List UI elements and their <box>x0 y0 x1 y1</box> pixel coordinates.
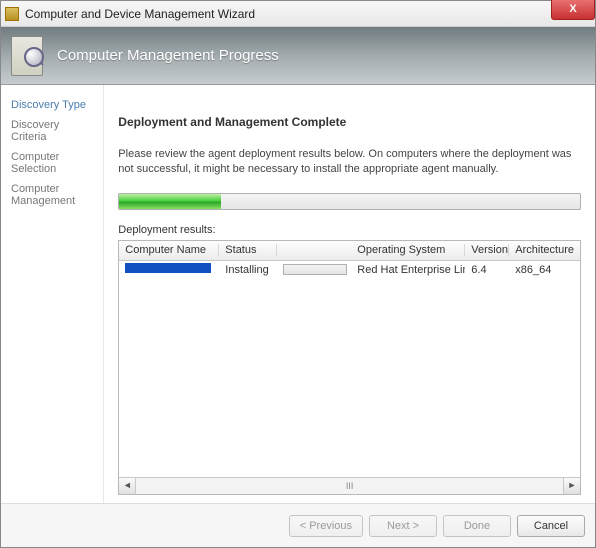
table-body: Installing Red Hat Enterprise Linux 6.4 … <box>119 261 580 477</box>
redacted-name <box>125 263 211 273</box>
row-progress-bar <box>283 264 347 275</box>
wizard-footer: < Previous Next > Done Cancel <box>1 503 595 547</box>
cell-os: Red Hat Enterprise Linux <box>351 264 465 276</box>
table-row[interactable]: Installing Red Hat Enterprise Linux 6.4 … <box>119 261 580 279</box>
sidebar-step-discovery-type[interactable]: Discovery Type <box>9 95 95 115</box>
scroll-track[interactable]: III <box>136 481 563 491</box>
cell-arch: x86_64 <box>509 264 580 276</box>
table-header: Computer Name Status Operating System Ve… <box>119 241 580 261</box>
window-title: Computer and Device Management Wizard <box>25 7 255 21</box>
app-icon <box>5 7 19 21</box>
scroll-left-icon[interactable]: ◄ <box>119 478 136 494</box>
horizontal-scrollbar[interactable]: ◄ III ► <box>119 477 580 494</box>
col-header-computer-name[interactable]: Computer Name <box>119 244 219 256</box>
main-panel: Deployment and Management Complete Pleas… <box>104 85 595 503</box>
col-header-status[interactable]: Status <box>219 244 277 256</box>
sidebar-step-computer-management[interactable]: Computer Management <box>9 179 95 211</box>
results-label: Deployment results: <box>118 224 581 236</box>
title-bar: Computer and Device Management Wizard X <box>1 1 595 27</box>
banner-title: Computer Management Progress <box>57 47 279 64</box>
cell-version: 6.4 <box>465 264 509 276</box>
previous-button[interactable]: < Previous <box>289 515 363 537</box>
overall-progress-bar <box>118 193 581 210</box>
cell-computer-name <box>119 263 219 276</box>
cell-progress <box>277 264 351 276</box>
results-table: Computer Name Status Operating System Ve… <box>118 240 581 495</box>
col-header-version[interactable]: Version <box>465 244 509 256</box>
body-area: Discovery Type Discovery Criteria Comput… <box>1 85 595 503</box>
page-description: Please review the agent deployment resul… <box>118 147 581 177</box>
close-button[interactable]: X <box>551 0 595 20</box>
cell-status: Installing <box>219 264 277 276</box>
overall-progress-fill <box>119 194 220 209</box>
scroll-right-icon[interactable]: ► <box>563 478 580 494</box>
page-title: Deployment and Management Complete <box>118 115 581 129</box>
col-header-os[interactable]: Operating System <box>351 244 465 256</box>
next-button[interactable]: Next > <box>369 515 437 537</box>
magnifier-icon <box>11 36 43 76</box>
sidebar-step-discovery-criteria[interactable]: Discovery Criteria <box>9 115 95 147</box>
col-header-architecture[interactable]: Architecture <box>509 244 580 256</box>
sidebar-step-computer-selection[interactable]: Computer Selection <box>9 147 95 179</box>
cancel-button[interactable]: Cancel <box>517 515 585 537</box>
wizard-sidebar: Discovery Type Discovery Criteria Comput… <box>1 85 104 503</box>
header-banner: Computer Management Progress <box>1 27 595 85</box>
done-button[interactable]: Done <box>443 515 511 537</box>
